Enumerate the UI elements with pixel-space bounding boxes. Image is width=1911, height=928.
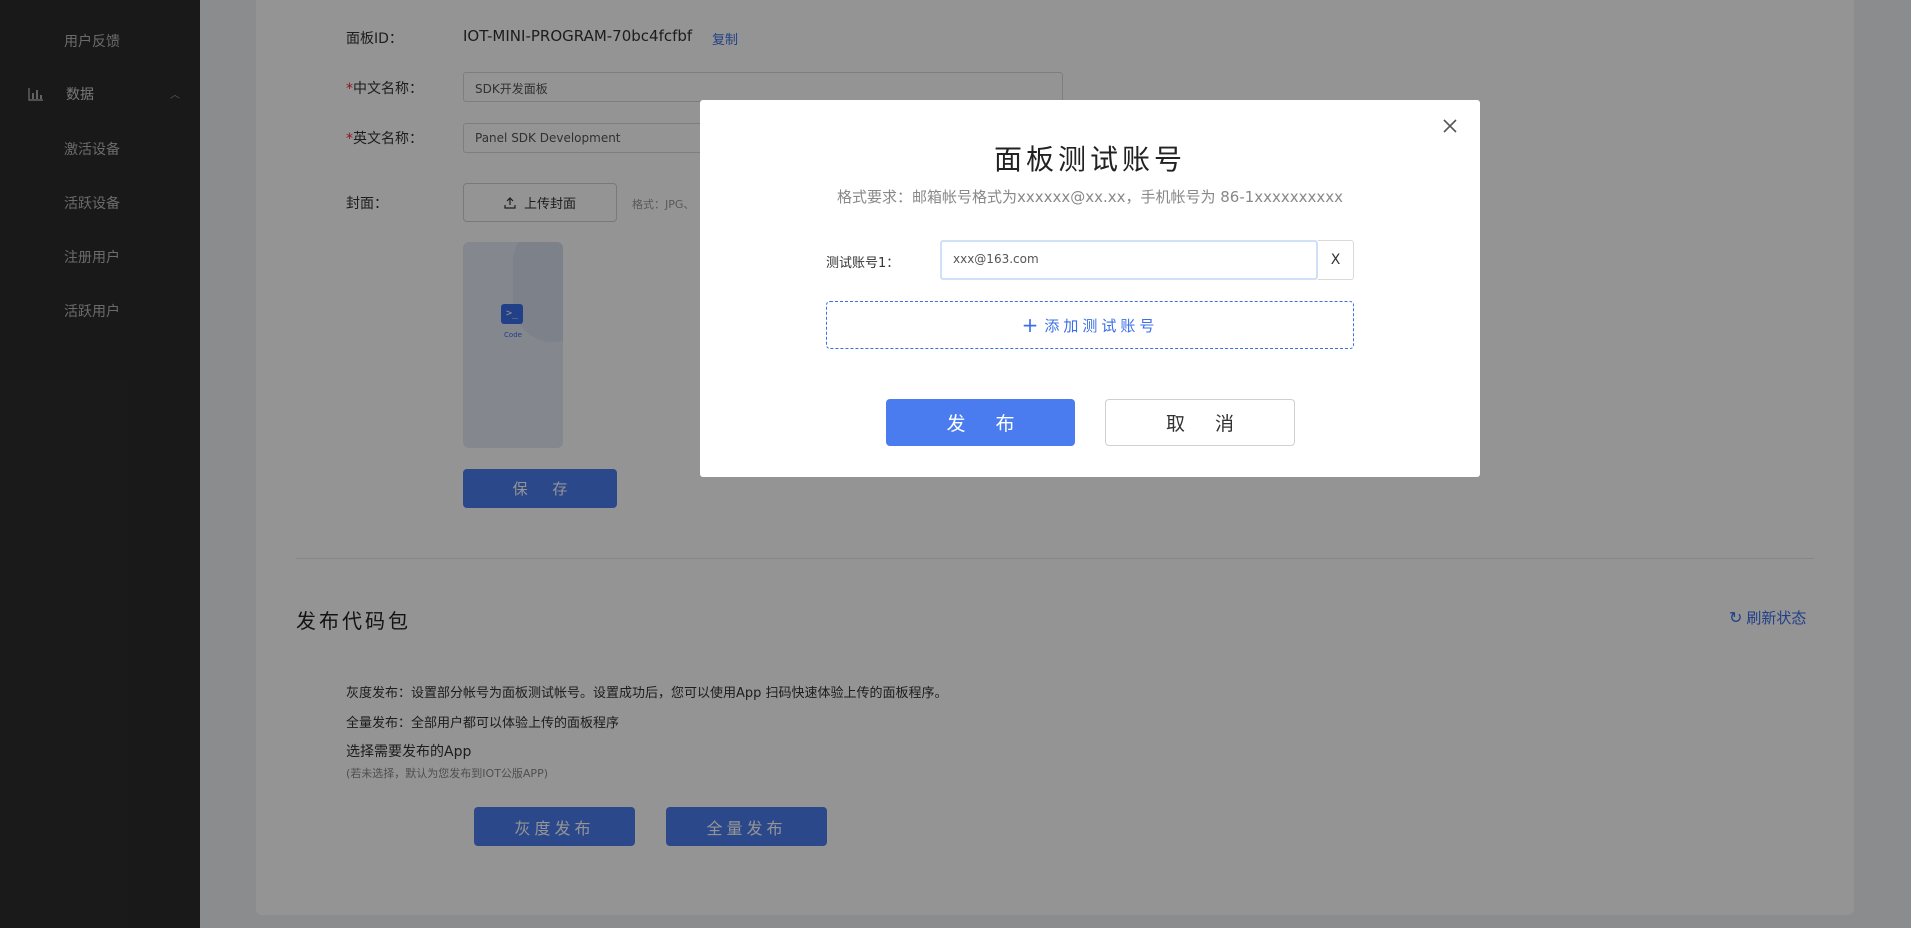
plus-icon: + [1021, 313, 1039, 337]
add-test-account-button[interactable]: + 添加测试账号 [826, 301, 1354, 349]
test-account-modal: 面板测试账号 格式要求：邮箱帐号格式为xxxxxx@xx.xx，手机帐号为 86… [700, 100, 1480, 477]
cancel-button[interactable]: 取 消 [1105, 399, 1295, 446]
add-test-account-label: 添加测试账号 [1044, 316, 1159, 335]
modal-title: 面板测试账号 [993, 143, 1186, 176]
test-account-label: 测试账号1： [826, 256, 900, 271]
test-account-input[interactable]: xxx@163.com [940, 240, 1318, 280]
close-icon[interactable] [1438, 114, 1462, 138]
format-requirement-hint: 格式要求：邮箱帐号格式为xxxxxx@xx.xx，手机帐号为 86-1xxxxx… [836, 188, 1344, 206]
remove-account-button[interactable]: X [1318, 240, 1354, 280]
publish-button[interactable]: 发 布 [886, 399, 1075, 446]
